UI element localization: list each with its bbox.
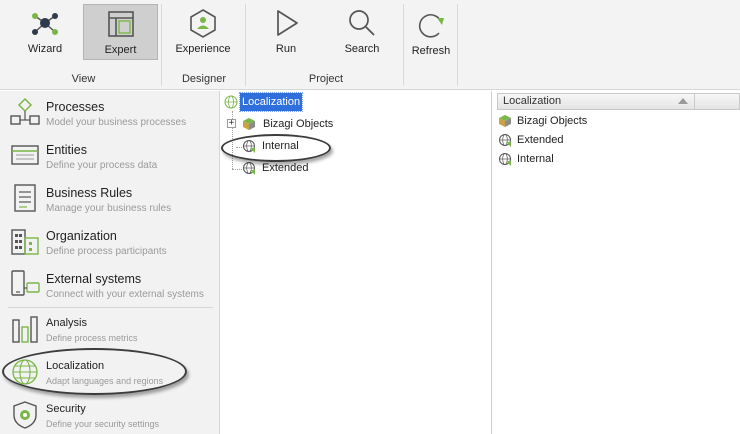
nav-item-security[interactable]: Security Define your security settings: [0, 394, 218, 434]
expand-icon[interactable]: +: [227, 119, 236, 128]
expert-icon: [107, 11, 134, 37]
nav-item-title: Organization: [46, 229, 117, 243]
column-header-label: Localization: [503, 95, 562, 107]
sort-ascending-icon: [678, 98, 688, 104]
search-button[interactable]: Search: [338, 4, 386, 60]
globe-arrow-icon: [243, 162, 255, 175]
tree-node-label: Bizagi Objects: [263, 118, 334, 130]
nav-item-subtitle: Adapt languages and regions: [46, 376, 164, 386]
run-label: Run: [275, 43, 297, 55]
external-systems-icon: [11, 270, 40, 296]
search-icon: [349, 10, 375, 36]
organization-icon: [11, 229, 39, 255]
expert-label: Expert: [104, 44, 137, 56]
nav-item-title: External systems: [46, 272, 142, 286]
globe-arrow-icon: [499, 134, 511, 147]
globe-icon: [224, 95, 238, 109]
tree-node-label: Internal: [262, 140, 299, 152]
nav-item-subtitle: Define your process data: [46, 160, 158, 171]
ribbon-separator: [161, 4, 162, 86]
globe-arrow-icon: [499, 153, 511, 166]
tree-node-label: Localization: [238, 92, 304, 112]
shield-icon: [13, 401, 37, 429]
nav-item-title: Security: [46, 403, 86, 415]
ribbon: Wizard Expert View Experience Designer R…: [0, 0, 740, 90]
nav-item-analysis[interactable]: Analysis Define process metrics: [0, 308, 218, 351]
list-item-label: Extended: [517, 134, 564, 146]
refresh-label: Refresh: [411, 45, 451, 57]
nav-item-processes[interactable]: Processes Model your business processes: [0, 91, 218, 134]
nav-item-title: Entities: [46, 143, 87, 157]
run-button[interactable]: Run: [262, 4, 310, 60]
tree-node-label: Extended: [262, 162, 309, 174]
designer-group-label: Designer: [181, 73, 227, 85]
column-header-localization[interactable]: Localization: [497, 93, 695, 110]
nav-item-subtitle: Model your business processes: [46, 117, 187, 128]
nav-item-business-rules[interactable]: Business Rules Manage your business rule…: [0, 177, 218, 220]
nav-item-title: Processes: [46, 100, 105, 114]
nav-item-title: Business Rules: [46, 186, 133, 200]
ribbon-separator: [245, 4, 246, 86]
localization-tree: Localization + Bizagi Objects Internal E…: [221, 91, 492, 434]
globe-arrow-icon: [243, 140, 255, 153]
experience-icon: [190, 9, 216, 38]
wizard-icon: [32, 13, 58, 35]
experience-label: Experience: [175, 43, 231, 55]
expert-button[interactable]: Expert: [83, 4, 158, 60]
nav-item-title: Analysis: [46, 317, 87, 329]
view-group-label: View: [71, 73, 96, 85]
nav-item-localization[interactable]: Localization Adapt languages and regions: [0, 351, 218, 394]
bizagi-objects-icon: [499, 115, 511, 127]
wizard-button[interactable]: Wizard: [9, 4, 81, 60]
business-rules-icon: [14, 184, 36, 212]
refresh-icon: [418, 14, 444, 38]
column-header-empty: [695, 93, 740, 110]
search-label: Search: [344, 43, 380, 55]
project-group-label: Project: [308, 73, 344, 85]
nav-item-entities[interactable]: Entities Define your process data: [0, 134, 218, 177]
analysis-icon: [12, 316, 38, 343]
list-item-label: Internal: [517, 153, 554, 165]
ribbon-separator: [457, 4, 458, 86]
ribbon-separator: [403, 4, 404, 86]
localization-list: Localization Bizagi Objects Extended Int…: [494, 91, 740, 434]
play-icon: [277, 10, 298, 36]
nav-item-organization[interactable]: Organization Define process participants: [0, 220, 218, 263]
nav-item-subtitle: Define your security settings: [46, 419, 160, 429]
nav-item-subtitle: Define process metrics: [46, 333, 138, 343]
nav-item-subtitle: Manage your business rules: [46, 203, 172, 214]
nav-item-title: Localization: [46, 360, 105, 372]
globe-icon: [12, 359, 38, 385]
nav-item-external-systems[interactable]: External systems Connect with your exter…: [0, 263, 218, 306]
refresh-button[interactable]: Refresh: [408, 6, 454, 62]
bizagi-objects-icon: [243, 118, 255, 130]
left-navigation: Processes Model your business processes …: [0, 91, 220, 434]
entities-icon: [11, 145, 39, 165]
wizard-label: Wizard: [27, 43, 63, 55]
list-item-label: Bizagi Objects: [517, 115, 588, 127]
nav-item-subtitle: Define process participants: [46, 246, 167, 257]
experience-button[interactable]: Experience: [170, 4, 236, 60]
processes-icon: [10, 97, 40, 125]
nav-item-subtitle: Connect with your external systems: [46, 289, 204, 300]
